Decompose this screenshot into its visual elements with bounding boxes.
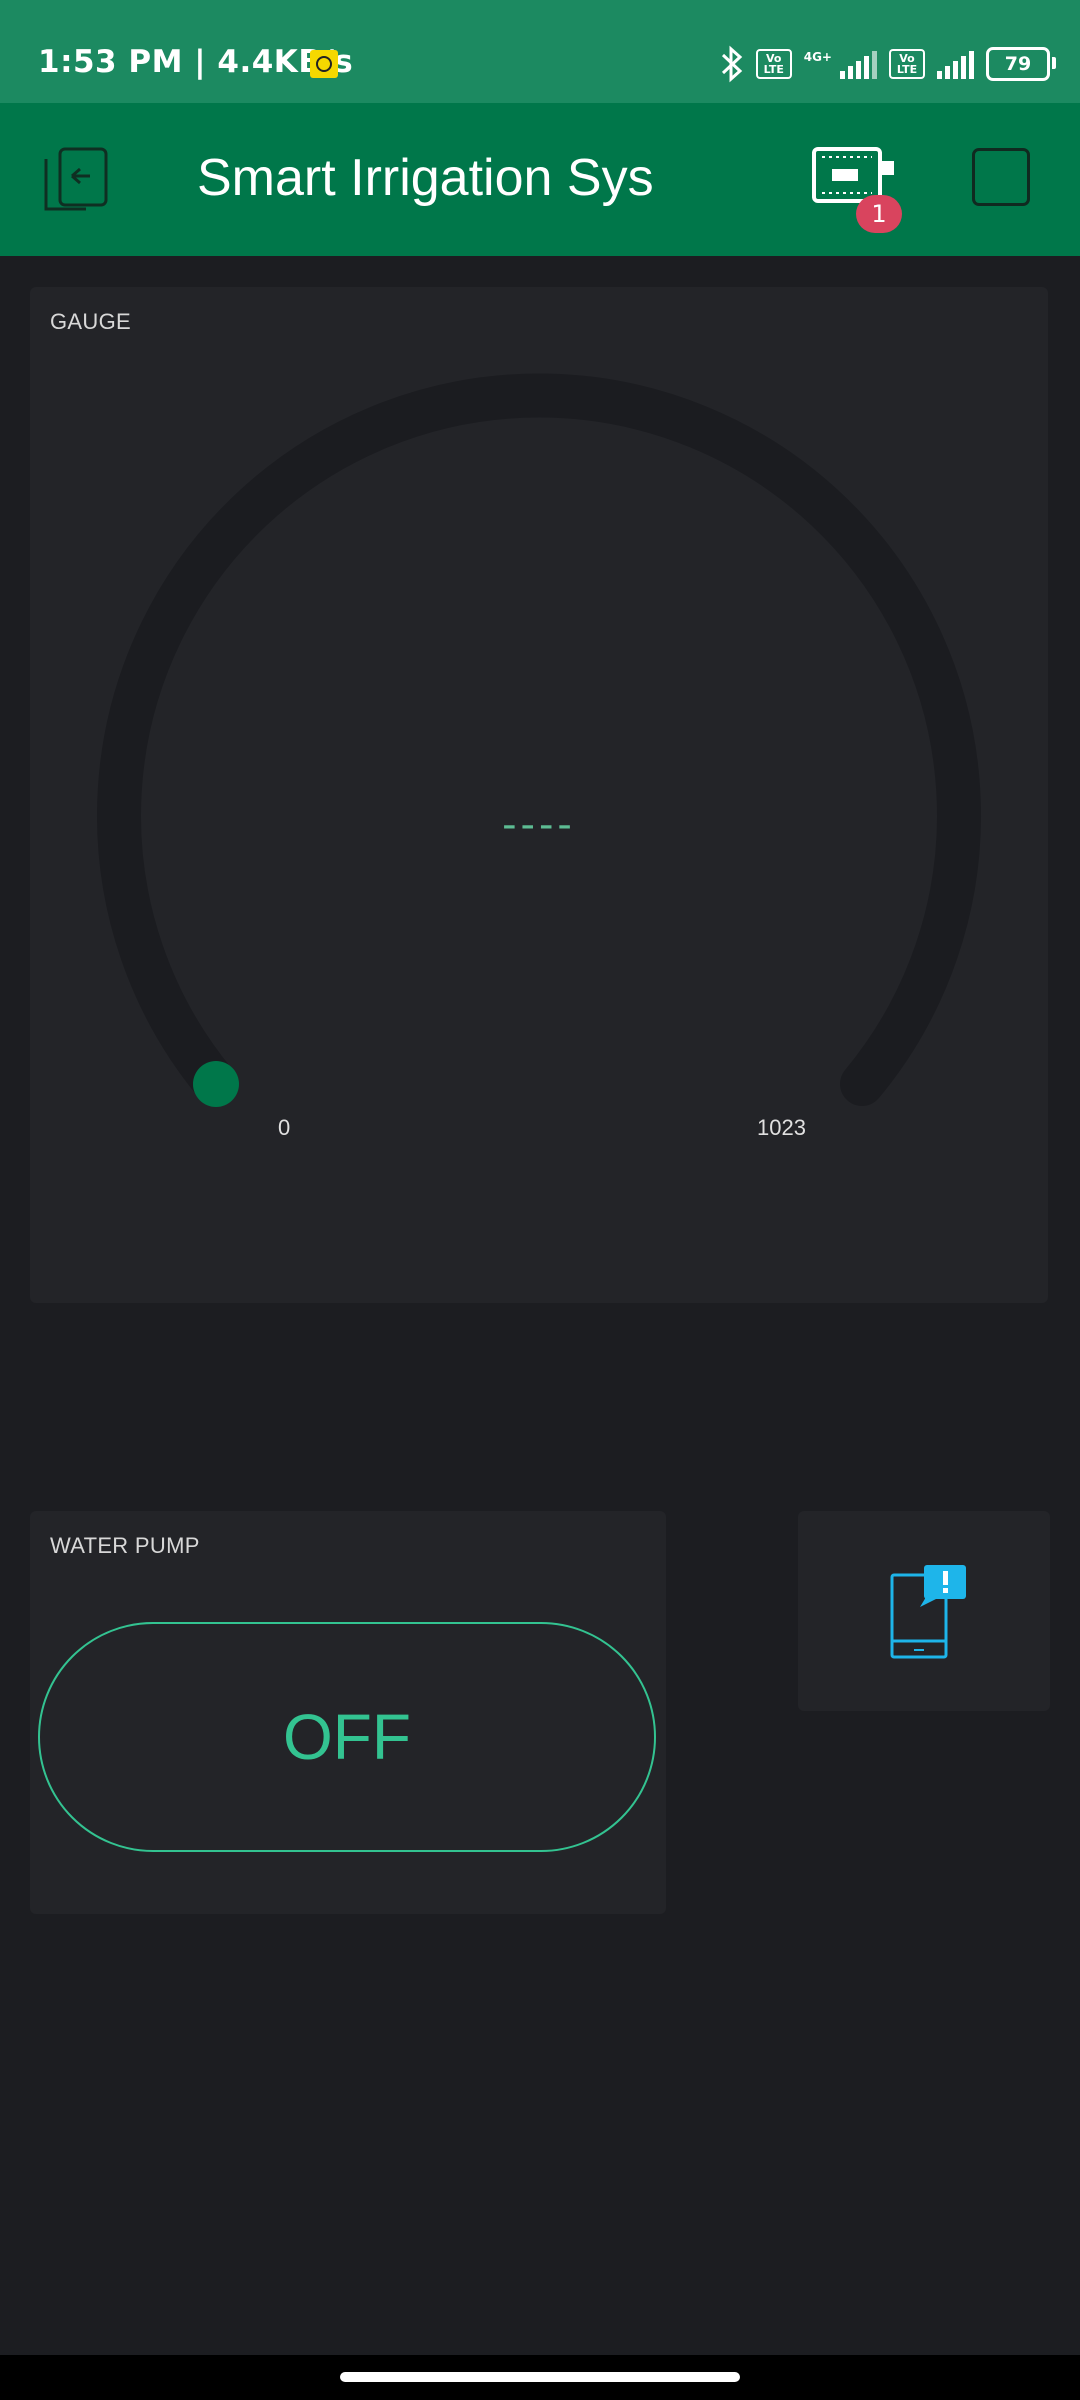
water-pump-label: WATER PUMP [50, 1533, 200, 1558]
gauge-min-label: 0 [278, 1115, 291, 1140]
stop-icon[interactable] [972, 148, 1030, 206]
network-type: 4G+ [803, 50, 832, 64]
signal-icon-1 [840, 49, 877, 79]
gauge-widget[interactable]: GAUGE ---- 0 1023 [30, 287, 1048, 1303]
battery-level: 79 [1004, 53, 1032, 75]
notification-app-icon [310, 50, 338, 78]
navigation-bar [0, 2355, 1080, 2400]
bluetooth-icon [721, 45, 742, 83]
status-icons: Vo LTE 4G+ Vo LTE 79 [720, 42, 1056, 86]
water-pump-toggle-button[interactable]: OFF [38, 1622, 656, 1852]
notification-icon [890, 1565, 966, 1659]
page-title: Smart Irrigation Sys [197, 149, 654, 207]
volte-badge-2: Vo LTE [889, 49, 925, 79]
device-count-badge: 1 [856, 195, 902, 233]
volte-badge-1: Vo LTE [755, 49, 792, 79]
gauge-value: ---- [502, 802, 576, 848]
back-icon[interactable] [42, 145, 112, 215]
gauge-indicator [193, 1061, 239, 1107]
status-time: 1:53 PM | 4.4KB/s [38, 44, 354, 80]
gauge-dial [97, 373, 981, 1107]
app-bar: Smart Irrigation Sys 1 [0, 103, 1080, 256]
gauge-track [97, 373, 981, 1106]
water-pump-widget: WATER PUMP OFF [30, 1511, 666, 1914]
signal-icon-2 [937, 49, 974, 79]
status-bar: 1:53 PM | 4.4KB/s Vo LTE 4G+ Vo LTE 79 [0, 0, 1080, 103]
home-indicator[interactable] [340, 2372, 740, 2382]
battery-icon: 79 [986, 47, 1056, 81]
notification-widget[interactable] [798, 1511, 1050, 1711]
gauge-max-label: 1023 [757, 1115, 806, 1140]
